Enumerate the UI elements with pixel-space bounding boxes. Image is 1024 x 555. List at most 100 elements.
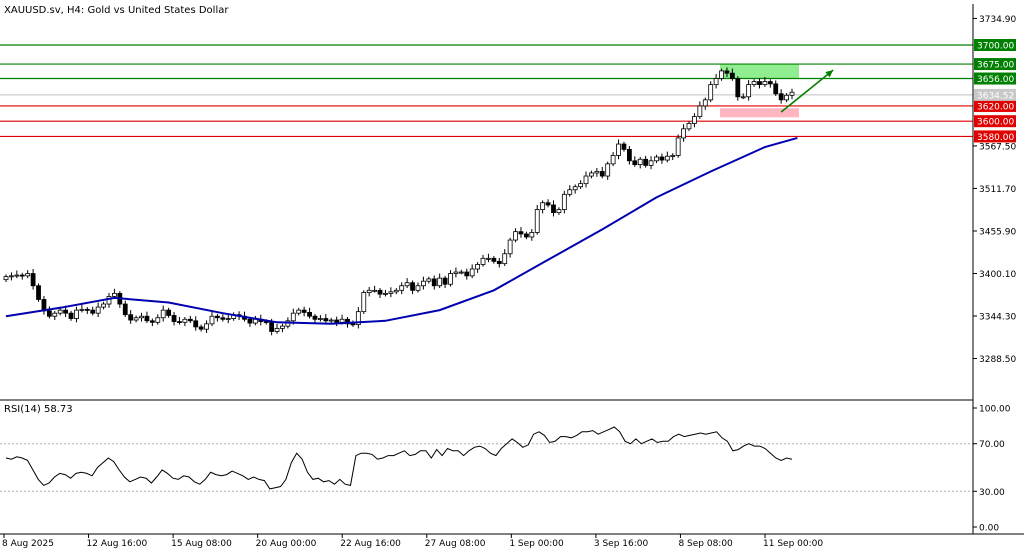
candle-body [681, 128, 686, 139]
candle [431, 275, 437, 290]
candle-body [95, 306, 101, 314]
candle-body [171, 315, 177, 322]
price-tick-label: 3734.90 [979, 15, 1016, 25]
candle [328, 317, 334, 324]
candle [171, 312, 177, 326]
candle-body [410, 282, 415, 291]
candle-body [469, 268, 475, 277]
candle [545, 199, 551, 208]
axes: 3700.00 3675.00 3656.00 3620.00 3600.00 3580.… [0, 4, 1024, 549]
candle-body [307, 312, 312, 317]
candle-body [90, 309, 96, 314]
candle [393, 288, 399, 295]
candle-body [692, 116, 697, 124]
candle [616, 139, 621, 160]
candle [36, 283, 41, 302]
candle-body [388, 291, 394, 294]
candle [377, 288, 383, 298]
candle [567, 185, 573, 197]
candle-body [702, 99, 708, 107]
candle-body [139, 315, 144, 319]
candle-body [486, 257, 491, 260]
candle-body [518, 231, 524, 235]
candle [442, 275, 448, 289]
candle-body [431, 278, 437, 287]
candle-body [762, 81, 768, 86]
price-tick-label: 3400.10 [979, 270, 1016, 280]
candle [773, 80, 779, 97]
level-label: 3600.00 [977, 118, 1014, 128]
time-tick-label: 3 Sep 16:00 [594, 539, 649, 549]
candle-body [729, 72, 735, 79]
candle [79, 304, 85, 313]
candle [68, 310, 74, 321]
rsi-tick-label: 70.00 [979, 440, 1005, 450]
candle-body [204, 323, 209, 330]
candle [274, 323, 280, 334]
candle [187, 315, 193, 324]
rsi-tick-label: 100.00 [979, 405, 1011, 415]
candle-body [713, 78, 719, 86]
candle-body [383, 292, 388, 295]
candle-body [621, 143, 627, 150]
candle-body [491, 257, 497, 262]
candle-body [648, 160, 654, 166]
candle-body [740, 96, 746, 99]
candle [122, 300, 128, 317]
candle [193, 316, 199, 331]
candle [670, 153, 676, 161]
candle [46, 306, 52, 319]
candle [366, 286, 372, 297]
price-zone [720, 108, 799, 118]
candle-body [507, 239, 513, 255]
candle [540, 200, 546, 214]
candle [133, 315, 139, 323]
price-panel [0, 44, 973, 336]
candle-body [149, 320, 155, 323]
time-tick-label: 1 Sep 00:00 [509, 539, 564, 549]
candle [74, 306, 79, 323]
candle-body [675, 137, 681, 156]
candle-body [686, 123, 692, 130]
candle [767, 79, 773, 88]
candle [52, 310, 58, 321]
candle [106, 292, 112, 308]
price-tick-label: 3288.50 [979, 355, 1016, 365]
candle [426, 276, 432, 284]
candle [25, 270, 31, 279]
candle [605, 161, 611, 180]
main-chart-title: XAUUSD.sv, H4: Gold vs United States Dol… [4, 5, 229, 16]
candle [518, 227, 524, 238]
candle-body [583, 175, 589, 185]
candle-body [654, 156, 659, 162]
rsi-tick-label: 30.00 [979, 488, 1005, 498]
candle-body [523, 233, 529, 238]
candle [220, 314, 226, 322]
rsi-line [5, 426, 793, 490]
candle [534, 204, 540, 235]
candle-body [659, 156, 665, 161]
candle-body [372, 289, 378, 292]
level-label: 3620.00 [977, 102, 1014, 112]
candle [648, 156, 654, 170]
candle [551, 200, 556, 217]
candle-body [735, 78, 741, 98]
candle [14, 270, 20, 279]
candle [182, 316, 188, 327]
candle-body [133, 317, 139, 321]
candle [464, 268, 470, 280]
candle [361, 290, 367, 314]
candle [681, 124, 686, 142]
candle [491, 256, 497, 264]
candle-body [269, 321, 275, 332]
candle-body [415, 285, 421, 291]
candle-body [14, 274, 20, 277]
candle [621, 141, 627, 152]
candle [784, 92, 789, 103]
candle [198, 324, 204, 332]
candle-body [198, 326, 204, 330]
candle [626, 145, 632, 165]
candle [139, 312, 144, 322]
candle-body [209, 315, 215, 325]
candle [746, 80, 752, 101]
